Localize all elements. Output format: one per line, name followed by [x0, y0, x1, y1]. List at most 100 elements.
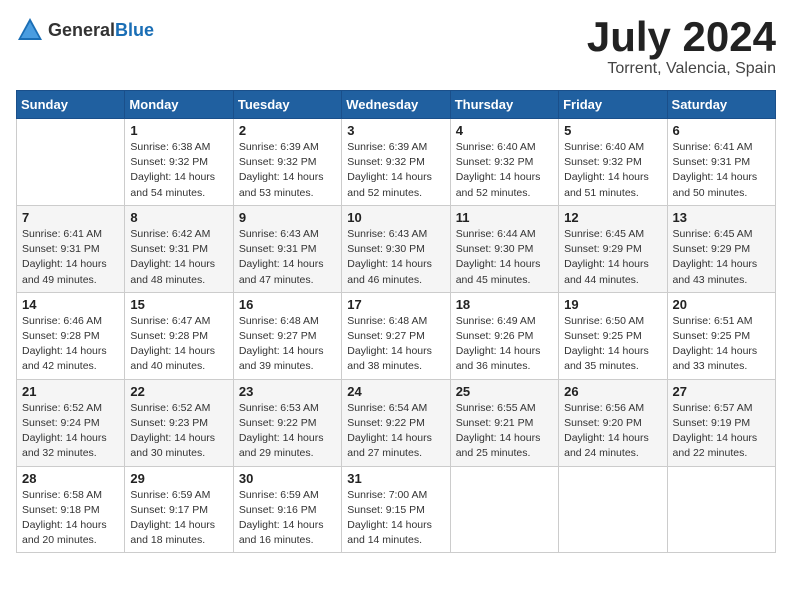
- calendar-week-row: 21Sunrise: 6:52 AM Sunset: 9:24 PM Dayli…: [17, 379, 776, 466]
- day-number: 19: [564, 297, 661, 312]
- calendar-cell: 19Sunrise: 6:50 AM Sunset: 9:25 PM Dayli…: [559, 292, 667, 379]
- page-header: GeneralBlue July 2024 Torrent, Valencia,…: [16, 16, 776, 78]
- day-info: Sunrise: 6:42 AM Sunset: 9:31 PM Dayligh…: [130, 227, 227, 288]
- calendar-week-row: 7Sunrise: 6:41 AM Sunset: 9:31 PM Daylig…: [17, 205, 776, 292]
- day-info: Sunrise: 6:53 AM Sunset: 9:22 PM Dayligh…: [239, 401, 336, 462]
- day-info: Sunrise: 6:39 AM Sunset: 9:32 PM Dayligh…: [239, 140, 336, 201]
- day-info: Sunrise: 6:57 AM Sunset: 9:19 PM Dayligh…: [673, 401, 770, 462]
- day-number: 9: [239, 210, 336, 225]
- day-info: Sunrise: 6:47 AM Sunset: 9:28 PM Dayligh…: [130, 314, 227, 375]
- calendar-weekday-header: Thursday: [450, 91, 558, 119]
- calendar-weekday-header: Monday: [125, 91, 233, 119]
- calendar-cell: 28 Sunrise: 6:58 AM Sunset: 9:18 PM Dayli…: [17, 466, 125, 553]
- day-info: Sunrise: 6:58 AM Sunset: 9:18 PM Dayligh…: [22, 488, 119, 549]
- calendar-cell: 24 Sunrise: 6:54 AM Sunset: 9:22 PM Dayli…: [342, 379, 450, 466]
- day-info: Sunrise: 6:51 AM Sunset: 9:25 PM Dayligh…: [673, 314, 770, 375]
- calendar-cell: 12 Sunrise: 6:45 AM Sunset: 9:29 PM Dayli…: [559, 205, 667, 292]
- day-number: 5: [564, 123, 661, 138]
- day-info: Sunrise: 6:55 AM Sunset: 9:21 PM Dayligh…: [456, 401, 553, 462]
- calendar-cell: [450, 466, 558, 553]
- day-info: Sunrise: 6:59 AM Sunset: 9:16 PM Dayligh…: [239, 488, 336, 549]
- calendar-cell: 16Sunrise: 6:48 AM Sunset: 9:27 PM Dayli…: [233, 292, 341, 379]
- day-info: Sunrise: 7:00 AM Sunset: 9:15 PM Dayligh…: [347, 488, 444, 549]
- calendar-cell: 9Sunrise: 6:43 AM Sunset: 9:31 PM Daylig…: [233, 205, 341, 292]
- day-info: Sunrise: 6:48 AM Sunset: 9:27 PM Dayligh…: [347, 314, 444, 375]
- day-number: 13: [673, 210, 770, 225]
- calendar-cell: 23 Sunrise: 6:53 AM Sunset: 9:22 PM Dayli…: [233, 379, 341, 466]
- location-title: Torrent, Valencia, Spain: [587, 60, 776, 78]
- day-number: 29: [130, 471, 227, 486]
- calendar-cell: 14Sunrise: 6:46 AM Sunset: 9:28 PM Dayli…: [17, 292, 125, 379]
- logo-icon: [16, 16, 44, 44]
- day-info: Sunrise: 6:38 AM Sunset: 9:32 PM Dayligh…: [130, 140, 227, 201]
- day-number: 1: [130, 123, 227, 138]
- day-info: Sunrise: 6:59 AM Sunset: 9:17 PM Dayligh…: [130, 488, 227, 549]
- logo-general: General: [48, 20, 115, 40]
- day-info: Sunrise: 6:39 AM Sunset: 9:32 PM Dayligh…: [347, 140, 444, 201]
- calendar-week-row: 14Sunrise: 6:46 AM Sunset: 9:28 PM Dayli…: [17, 292, 776, 379]
- calendar-weekday-header: Sunday: [17, 91, 125, 119]
- calendar-weekday-header: Tuesday: [233, 91, 341, 119]
- calendar-weekday-header: Wednesday: [342, 91, 450, 119]
- day-number: 8: [130, 210, 227, 225]
- day-number: 22: [130, 384, 227, 399]
- calendar-cell: 4 Sunrise: 6:40 AM Sunset: 9:32 PM Daylig…: [450, 119, 558, 206]
- title-area: July 2024 Torrent, Valencia, Spain: [587, 16, 776, 78]
- day-info: Sunrise: 6:41 AM Sunset: 9:31 PM Dayligh…: [673, 140, 770, 201]
- calendar-cell: 3 Sunrise: 6:39 AM Sunset: 9:32 PM Daylig…: [342, 119, 450, 206]
- day-number: 4: [456, 123, 553, 138]
- calendar-cell: 7Sunrise: 6:41 AM Sunset: 9:31 PM Daylig…: [17, 205, 125, 292]
- day-number: 12: [564, 210, 661, 225]
- day-info: Sunrise: 6:56 AM Sunset: 9:20 PM Dayligh…: [564, 401, 661, 462]
- day-number: 28: [22, 471, 119, 486]
- day-info: Sunrise: 6:49 AM Sunset: 9:26 PM Dayligh…: [456, 314, 553, 375]
- calendar-cell: 22 Sunrise: 6:52 AM Sunset: 9:23 PM Dayli…: [125, 379, 233, 466]
- calendar-week-row: 1 Sunrise: 6:38 AM Sunset: 9:32 PM Daylig…: [17, 119, 776, 206]
- calendar-week-row: 28 Sunrise: 6:58 AM Sunset: 9:18 PM Dayli…: [17, 466, 776, 553]
- day-info: Sunrise: 6:45 AM Sunset: 9:29 PM Dayligh…: [673, 227, 770, 288]
- calendar-cell: 8 Sunrise: 6:42 AM Sunset: 9:31 PM Daylig…: [125, 205, 233, 292]
- calendar-cell: [17, 119, 125, 206]
- calendar-table: SundayMondayTuesdayWednesdayThursdayFrid…: [16, 90, 776, 553]
- day-number: 10: [347, 210, 444, 225]
- day-number: 7: [22, 210, 119, 225]
- calendar-weekday-header: Friday: [559, 91, 667, 119]
- calendar-cell: 6Sunrise: 6:41 AM Sunset: 9:31 PM Daylig…: [667, 119, 775, 206]
- calendar-header-row: SundayMondayTuesdayWednesdayThursdayFrid…: [17, 91, 776, 119]
- day-info: Sunrise: 6:40 AM Sunset: 9:32 PM Dayligh…: [564, 140, 661, 201]
- calendar-cell: 13 Sunrise: 6:45 AM Sunset: 9:29 PM Dayli…: [667, 205, 775, 292]
- calendar-cell: 25Sunrise: 6:55 AM Sunset: 9:21 PM Dayli…: [450, 379, 558, 466]
- day-number: 24: [347, 384, 444, 399]
- month-title: July 2024: [587, 16, 776, 58]
- day-info: Sunrise: 6:40 AM Sunset: 9:32 PM Dayligh…: [456, 140, 553, 201]
- day-number: 21: [22, 384, 119, 399]
- calendar-cell: 17Sunrise: 6:48 AM Sunset: 9:27 PM Dayli…: [342, 292, 450, 379]
- logo: GeneralBlue: [16, 16, 154, 44]
- calendar-cell: 15Sunrise: 6:47 AM Sunset: 9:28 PM Dayli…: [125, 292, 233, 379]
- day-info: Sunrise: 6:44 AM Sunset: 9:30 PM Dayligh…: [456, 227, 553, 288]
- day-info: Sunrise: 6:48 AM Sunset: 9:27 PM Dayligh…: [239, 314, 336, 375]
- day-number: 3: [347, 123, 444, 138]
- calendar-cell: 18Sunrise: 6:49 AM Sunset: 9:26 PM Dayli…: [450, 292, 558, 379]
- day-info: Sunrise: 6:52 AM Sunset: 9:23 PM Dayligh…: [130, 401, 227, 462]
- day-number: 30: [239, 471, 336, 486]
- day-number: 27: [673, 384, 770, 399]
- day-info: Sunrise: 6:43 AM Sunset: 9:30 PM Dayligh…: [347, 227, 444, 288]
- day-info: Sunrise: 6:45 AM Sunset: 9:29 PM Dayligh…: [564, 227, 661, 288]
- day-info: Sunrise: 6:46 AM Sunset: 9:28 PM Dayligh…: [22, 314, 119, 375]
- day-number: 2: [239, 123, 336, 138]
- calendar-cell: 11 Sunrise: 6:44 AM Sunset: 9:30 PM Dayli…: [450, 205, 558, 292]
- calendar-cell: 31 Sunrise: 7:00 AM Sunset: 9:15 PM Dayli…: [342, 466, 450, 553]
- calendar-cell: 29 Sunrise: 6:59 AM Sunset: 9:17 PM Dayli…: [125, 466, 233, 553]
- calendar-cell: 1 Sunrise: 6:38 AM Sunset: 9:32 PM Daylig…: [125, 119, 233, 206]
- calendar-cell: 27 Sunrise: 6:57 AM Sunset: 9:19 PM Dayli…: [667, 379, 775, 466]
- calendar-cell: 5 Sunrise: 6:40 AM Sunset: 9:32 PM Daylig…: [559, 119, 667, 206]
- day-number: 23: [239, 384, 336, 399]
- calendar-cell: 30 Sunrise: 6:59 AM Sunset: 9:16 PM Dayli…: [233, 466, 341, 553]
- day-number: 20: [673, 297, 770, 312]
- day-number: 11: [456, 210, 553, 225]
- day-number: 31: [347, 471, 444, 486]
- calendar-cell: 10 Sunrise: 6:43 AM Sunset: 9:30 PM Dayli…: [342, 205, 450, 292]
- calendar-cell: 26Sunrise: 6:56 AM Sunset: 9:20 PM Dayli…: [559, 379, 667, 466]
- day-info: Sunrise: 6:54 AM Sunset: 9:22 PM Dayligh…: [347, 401, 444, 462]
